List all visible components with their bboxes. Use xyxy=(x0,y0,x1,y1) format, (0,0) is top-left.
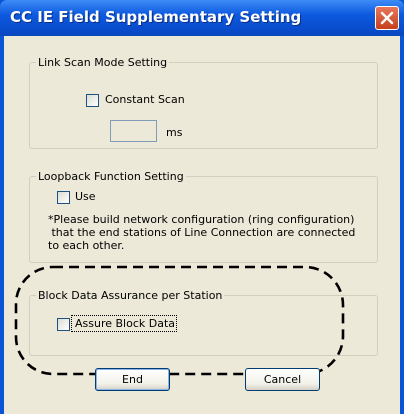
loopback-note-line-2: that the end stations of Line Connection… xyxy=(48,226,356,239)
use-loopback-label[interactable]: Use xyxy=(75,190,96,203)
use-loopback-checkbox[interactable] xyxy=(57,191,70,204)
dialog-title: CC IE Field Supplementary Setting xyxy=(10,8,302,26)
cancel-button[interactable]: Cancel xyxy=(245,368,320,391)
ms-unit-label: ms xyxy=(166,126,183,139)
loopback-function-legend: Loopback Function Setting xyxy=(38,170,184,183)
highlight-dashed-outline xyxy=(14,265,345,376)
close-icon xyxy=(380,11,394,25)
title-bar[interactable]: CC IE Field Supplementary Setting xyxy=(0,0,404,36)
constant-scan-checkbox[interactable] xyxy=(86,94,99,107)
dialog-client-area: Link Scan Mode Setting Constant Scan ms … xyxy=(4,36,400,414)
constant-scan-label[interactable]: Constant Scan xyxy=(105,93,185,106)
loopback-note-line-1: *Please build network configuration (rin… xyxy=(48,213,355,226)
close-button[interactable] xyxy=(375,6,399,30)
loopback-note-line-3: to each other. xyxy=(48,239,125,252)
link-scan-mode-legend: Link Scan Mode Setting xyxy=(38,56,168,69)
link-scan-mode-group: Link Scan Mode Setting xyxy=(29,56,378,149)
loopback-note: *Please build network configuration (rin… xyxy=(48,213,355,252)
constant-scan-time-input[interactable] xyxy=(110,120,157,142)
end-button[interactable]: End xyxy=(95,368,170,391)
dialog-window: CC IE Field Supplementary Setting Link S… xyxy=(0,0,404,414)
